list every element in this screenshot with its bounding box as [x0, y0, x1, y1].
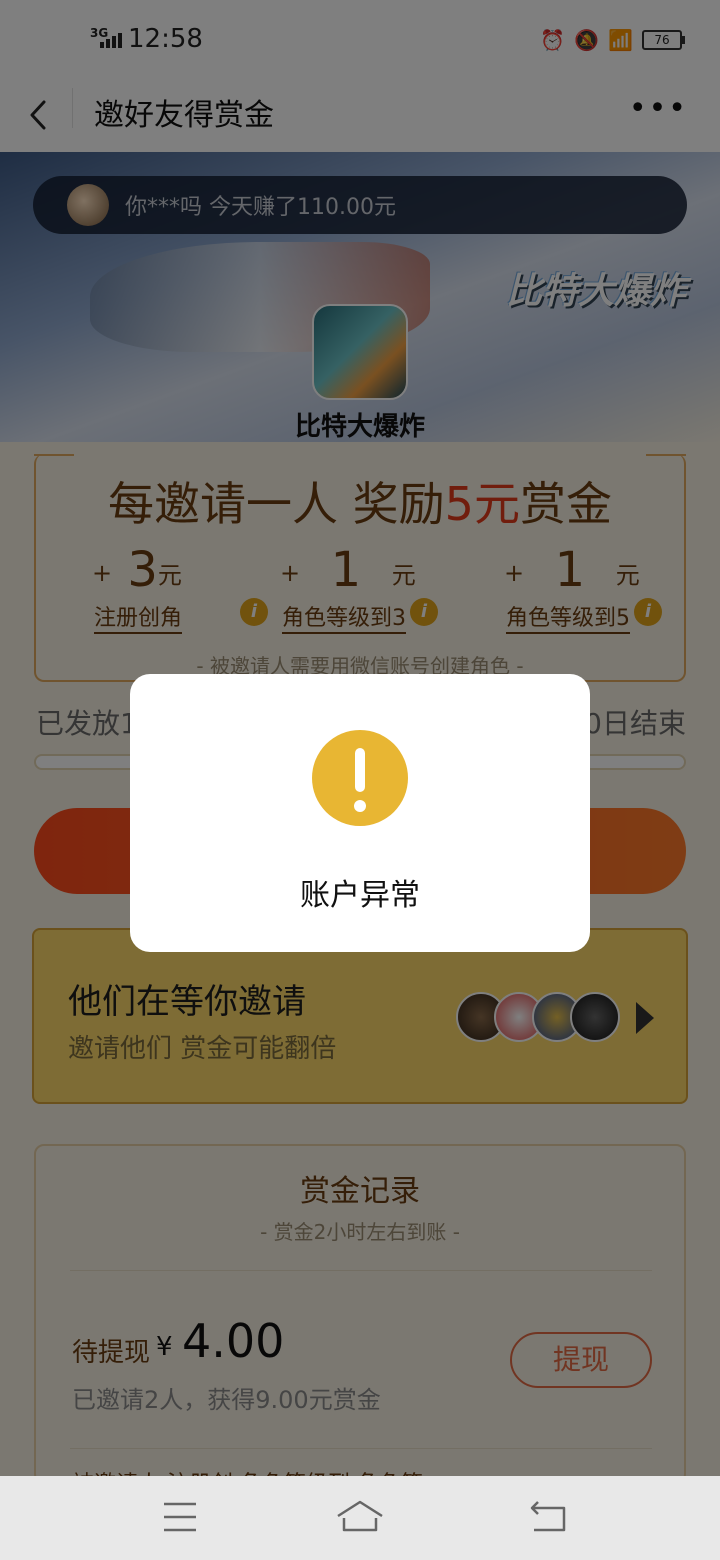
alert-message: 账户异常 — [300, 878, 420, 913]
return-icon — [530, 1501, 566, 1532]
home-button[interactable] — [334, 1496, 386, 1538]
exclamation-icon — [312, 730, 408, 826]
menu-icon — [164, 1502, 196, 1532]
system-nav-bar — [0, 1476, 720, 1560]
back-nav-button[interactable] — [522, 1496, 574, 1538]
menu-button[interactable] — [154, 1496, 206, 1538]
overlay-top — [0, 0, 720, 152]
alert-dialog: 账户异常 — [130, 674, 590, 952]
home-icon — [337, 1500, 383, 1532]
